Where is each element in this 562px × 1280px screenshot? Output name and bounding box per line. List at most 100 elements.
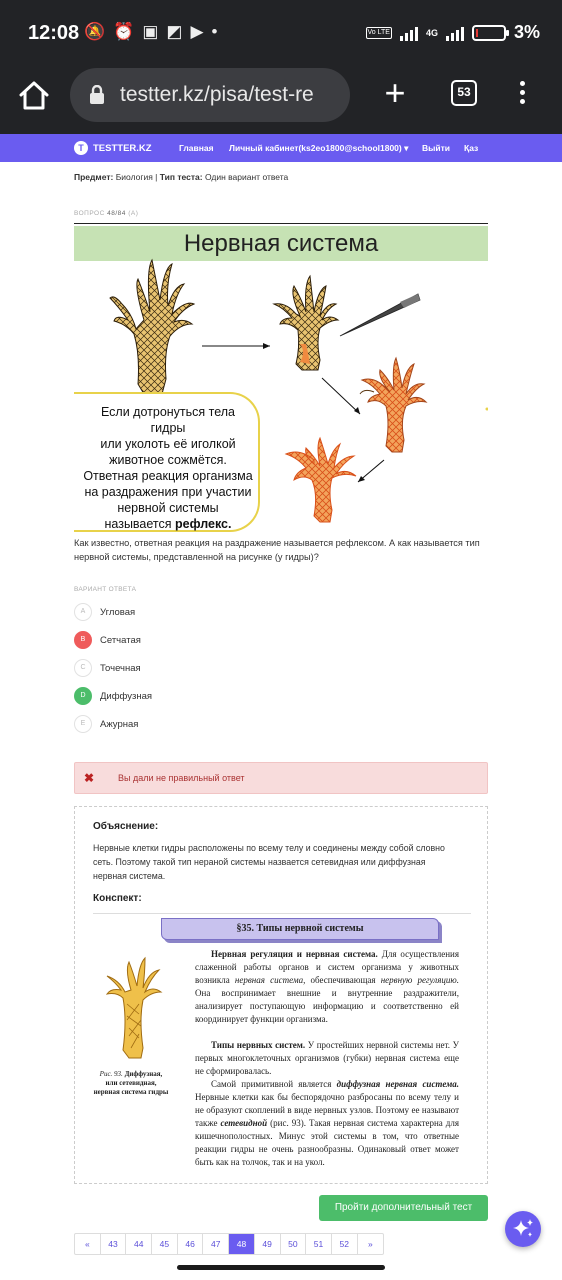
youtube-icon: ▶ [190,22,204,41]
system-navigation-bar [0,1258,562,1280]
page-49[interactable]: 49 [255,1234,281,1254]
nav-account-link[interactable]: Личный кабинет(ks2eo1800@school1800) ▾ [229,143,408,154]
tab-switcher-button[interactable]: 53 [451,80,477,106]
question-image: Нервная система Если дотронуться тела ги… [74,223,488,534]
assistant-fab[interactable] [505,1211,541,1247]
alarm-icon: ⏰ [113,22,135,41]
test-meta: Предмет: Биология | Тип теста: Один вари… [74,172,289,182]
nav-logout-link[interactable]: Выйти [422,143,450,153]
nav-account-label: Личный кабинет(ks2eo1800@school1800) [229,143,402,153]
nav-language-link[interactable]: Қаз [464,143,478,153]
page-46[interactable]: 46 [178,1234,204,1254]
figure-caption-prefix: Рис. 93. [99,1070,123,1078]
figure-caption: Рис. 93. Диффузная, или сетевидная, нерв… [93,1070,169,1097]
hydra-figure [105,956,163,1059]
new-tab-button[interactable]: + [380,74,410,114]
page-44[interactable]: 44 [126,1234,153,1254]
textbook-paragraph-1: Нервная регуляция и нервная система. Для… [195,949,460,1024]
explanation-text: Нервные клетки гидры расположены по всем… [93,843,445,881]
page-next[interactable]: » [358,1234,384,1254]
subject-value: Биология [115,172,153,182]
answer-option-b[interactable]: B Сетчатая [74,630,141,650]
network-type: 4G [425,27,438,38]
type-value: Один вариант ответа [204,172,289,182]
textbook-paragraph-2: Типы нервных систем. У простейших нервно… [195,1040,460,1076]
page-43[interactable]: 43 [101,1234,127,1254]
address-bar[interactable]: testter.kz/pisa/test-re [70,68,350,122]
reflex-callout: Если дотронуться тела гидры или уколоть … [74,392,260,532]
hydra-2 [272,274,340,371]
question-text: Как известно, ответная реакция на раздра… [74,538,480,562]
page-45[interactable]: 45 [152,1234,178,1254]
callout-line-7: называется [104,517,172,531]
option-label-a: Угловая [100,606,136,618]
textbook-paragraph-3: Самой примитивной является диффузная нер… [195,1079,460,1167]
hydra-3 [359,356,428,453]
option-label-c: Точечная [100,662,141,674]
explanation-box: Объяснение: Нервные клетки гидры располо… [74,806,488,1184]
page-47[interactable]: 47 [203,1234,230,1254]
option-badge-c: C [74,659,92,677]
subject-label: Предмет: [74,172,114,182]
callout-line-5: на раздражения при участии [84,485,252,499]
signal-icon [399,25,418,41]
system-indicators: Vo LTE 4G 3% [365,22,540,43]
hydra-4 [284,436,357,523]
signal-icon-2 [445,25,464,41]
status-bar: 12:08 🔕 ⏰ ▣ ◩ ▶ • Vo LTE 4G 3% [0,0,562,66]
answers-heading: ВАРИАНТ ОТВЕТА [74,586,137,593]
question-label: ВОПРОС [74,210,105,217]
extra-test-button[interactable]: Пройти дополнительный тест [319,1195,488,1221]
option-badge-b: B [74,631,92,649]
page-prev[interactable]: « [75,1234,101,1254]
lock-icon [90,85,104,104]
answer-option-a[interactable]: A Угловая [74,602,135,622]
pagination: « 43 44 45 46 47 48 49 50 51 52 » [74,1233,385,1255]
callout-line-6: нервной системы [117,501,219,515]
sim-icon: ▣ [142,22,159,41]
alert-message: Вы дали не правильный ответ [118,773,245,783]
browser-menu-icon[interactable] [514,78,530,110]
wrong-answer-alert: ✖ Вы дали не правильный ответ [74,762,488,794]
site-navbar: T TESTTER.KZ Главная Личный кабинет(ks2e… [0,134,562,162]
mute-icon: 🔕 [84,22,106,41]
url-text: testter.kz/pisa/test-re [120,83,314,106]
answer-option-c[interactable]: C Точечная [74,658,141,678]
close-icon: ✖ [84,771,95,785]
callout-line-1: Если дотронуться тела гидры [100,405,236,435]
option-label-b: Сетчатая [100,634,141,646]
brand-name: TESTTER.KZ [93,142,152,154]
question-number: ВОПРОС 48/84 (А) [74,210,138,217]
page-50[interactable]: 50 [281,1234,307,1254]
page-51[interactable]: 51 [306,1234,332,1254]
battery-percent: 3% [513,22,540,42]
nav-home-link[interactable]: Главная [179,143,214,153]
page-52[interactable]: 52 [332,1234,358,1254]
textbook-excerpt: §35. Типы нервной системы Рис. 93. Диффу… [93,913,471,1171]
option-label-d: Диффузная [100,690,153,702]
home-icon[interactable] [16,78,52,114]
type-label: Тип теста: [159,172,203,182]
question-count: 48/84 [107,210,126,217]
browser-toolbar: testter.kz/pisa/test-re + 53 [0,66,562,134]
chevron-down-icon: ▾ [404,143,409,153]
callout-line-2: или уколоть её иголкой [100,437,236,451]
page-48-current[interactable]: 48 [229,1234,255,1254]
answer-option-e[interactable]: E Ажурная [74,714,138,734]
home-gesture-bar[interactable] [177,1265,385,1270]
callout-line-4: Ответная реакция организма [83,469,253,483]
option-badge-d: D [74,687,92,705]
battery-icon [471,24,509,41]
answer-option-d[interactable]: D Диффузная [74,686,152,706]
notification-icons: 🔕 ⏰ ▣ ◩ ▶ • [84,22,218,42]
option-label-e: Ажурная [100,718,139,730]
callout-line-3: животное сожмётся. [109,453,227,467]
volte-icon: Vo LTE [365,26,392,39]
explanation-heading: Объяснение: [93,821,159,832]
option-badge-e: E [74,715,92,733]
question-tag: (А) [128,210,139,217]
gallery-icon: ◩ [166,22,183,41]
logo-icon: T [74,141,88,155]
callout-bold: рефлекс. [175,517,232,531]
site-logo[interactable]: T TESTTER.KZ [74,141,152,155]
